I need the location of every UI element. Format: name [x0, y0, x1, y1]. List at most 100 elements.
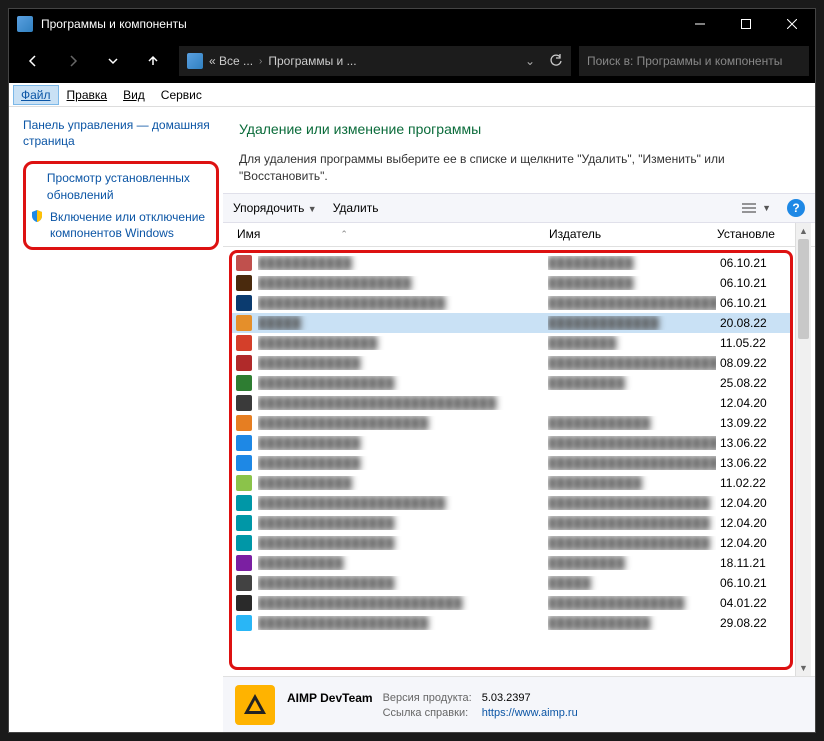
cell-date: 29.08.22 — [716, 616, 790, 630]
toolbar-organize[interactable]: Упорядочить ▼ — [233, 201, 317, 215]
window: Программы и компоненты « Все ... › Прогр… — [8, 8, 816, 733]
publisher-logo — [235, 685, 275, 725]
cell-date: 25.08.22 — [716, 376, 790, 390]
sidebar-link-features[interactable]: Включение или отключение компонентов Win… — [50, 209, 213, 241]
close-button[interactable] — [769, 9, 815, 39]
scroll-up-button[interactable]: ▲ — [796, 223, 811, 239]
main-panel: Удаление или изменение программы Для уда… — [223, 107, 815, 732]
sidebar-link-updates[interactable]: Просмотр установленных обновлений — [47, 170, 213, 202]
cell-name: ██████████████████████ — [258, 296, 548, 310]
scroll-down-button[interactable]: ▼ — [796, 660, 811, 676]
cell-publisher: ██████████████████████ — [548, 456, 716, 470]
menubar: Файл Правка Вид Сервис — [9, 83, 815, 107]
menu-edit[interactable]: Правка — [59, 85, 116, 105]
program-icon — [236, 295, 252, 311]
cell-publisher: █████████████ — [548, 316, 716, 330]
help-icon[interactable]: ? — [787, 199, 805, 217]
cell-date: 20.08.22 — [716, 316, 790, 330]
vertical-scrollbar[interactable]: ▲ ▼ — [795, 223, 811, 676]
table-header: Имя⌃ Издатель Установле — [223, 223, 815, 247]
table-row[interactable]: █████████████████████06.10.21 — [232, 573, 790, 593]
version-label: Версия продукта: — [383, 692, 472, 704]
table-row[interactable]: █████████████████████████25.08.22 — [232, 373, 790, 393]
window-title: Программы и компоненты — [41, 17, 677, 31]
cell-date: 12.04.20 — [716, 396, 790, 410]
table-row[interactable]: ███████████████████████████████████12.04… — [232, 533, 790, 553]
cell-name: ████████████ — [258, 356, 548, 370]
nav-back-button[interactable] — [15, 46, 51, 76]
address-icon — [187, 53, 203, 69]
cell-name: ██████████████████████ — [258, 496, 548, 510]
version-value: 5.03.2397 — [482, 692, 578, 704]
table-row[interactable]: ████████████████████████████████████████… — [232, 293, 790, 313]
cell-publisher: ██████████ — [548, 276, 716, 290]
content-area: Панель управления — домашняя страница Пр… — [9, 107, 815, 732]
refresh-icon[interactable] — [549, 54, 563, 68]
program-icon — [236, 455, 252, 471]
program-icon — [236, 475, 252, 491]
publisher-name: AIMP DevTeam — [287, 691, 373, 705]
nav-recent-button[interactable] — [95, 46, 131, 76]
cell-date: 06.10.21 — [716, 276, 790, 290]
cell-publisher: ████████████ — [548, 616, 716, 630]
program-icon — [236, 275, 252, 291]
table-row[interactable]: ████████████████████████████12.04.20 — [232, 393, 790, 413]
toolbar-uninstall[interactable]: Удалить — [333, 201, 379, 215]
program-icon — [236, 575, 252, 591]
scroll-thumb[interactable] — [798, 239, 809, 339]
search-placeholder: Поиск в: Программы и компоненты — [587, 54, 782, 68]
sidebar-link-home[interactable]: Панель управления — домашняя страница — [23, 117, 219, 149]
cell-date: 06.10.21 — [716, 576, 790, 590]
cell-date: 08.09.22 — [716, 356, 790, 370]
program-icon — [236, 355, 252, 371]
table-row[interactable]: ██████████████████████████████████13.06.… — [232, 433, 790, 453]
view-options[interactable]: ▼ — [742, 202, 771, 214]
cell-date: 11.02.22 — [716, 476, 790, 490]
table-row[interactable]: ████████████████████████████████████████… — [232, 593, 790, 613]
col-publisher[interactable]: Издатель — [543, 227, 711, 241]
cell-name: ██████████ — [258, 556, 548, 570]
table-row[interactable]: ██████████████████████████████████13.06.… — [232, 453, 790, 473]
chevron-down-icon[interactable]: ⌄ — [525, 54, 535, 68]
table-row[interactable]: ████████████████████████████████13.09.22 — [232, 413, 790, 433]
menu-service[interactable]: Сервис — [153, 85, 210, 105]
search-input[interactable]: Поиск в: Программы и компоненты — [579, 46, 809, 76]
program-icon — [236, 255, 252, 271]
sidebar-highlight-group: Просмотр установленных обновлений Включе… — [23, 161, 219, 250]
table-row[interactable]: ███████████████████████████████████████0… — [232, 353, 790, 373]
program-icon — [236, 335, 252, 351]
nav-up-button[interactable] — [135, 46, 171, 76]
table-row[interactable]: ███████████████████████████████████12.04… — [232, 513, 790, 533]
table-row[interactable]: ███████████████████18.11.21 — [232, 553, 790, 573]
cell-publisher: ███████████████████ — [548, 516, 716, 530]
col-name[interactable]: Имя⌃ — [231, 227, 543, 241]
program-icon — [236, 555, 252, 571]
table-row[interactable]: ████████████████████████████████29.08.22 — [232, 613, 790, 633]
table-row[interactable]: ██████████████████████11.02.22 — [232, 473, 790, 493]
table-row[interactable]: ████████████████████████████████████████… — [232, 493, 790, 513]
program-icon — [236, 315, 252, 331]
address-bar[interactable]: « Все ... › Программы и ... ⌄ — [179, 46, 571, 76]
breadcrumb-part[interactable]: « Все ... — [209, 54, 253, 68]
help-link[interactable]: https://www.aimp.ru — [482, 707, 578, 719]
table-row[interactable]: █████████████████████06.10.21 — [232, 253, 790, 273]
cell-name: ███████████ — [258, 476, 548, 490]
menu-file[interactable]: Файл — [13, 85, 59, 105]
cell-date: 12.04.20 — [716, 536, 790, 550]
table-row[interactable]: ████████████████████████████06.10.21 — [232, 273, 790, 293]
nav-forward-button[interactable] — [55, 46, 91, 76]
table-row[interactable]: ██████████████████████11.05.22 — [232, 333, 790, 353]
table-row[interactable]: ██████████████████20.08.22 — [232, 313, 790, 333]
maximize-button[interactable] — [723, 9, 769, 39]
details-pane: AIMP DevTeam Версия продукта: 5.03.2397 … — [223, 676, 815, 732]
help-link-label: Ссылка справки: — [383, 707, 472, 719]
shield-icon — [30, 209, 44, 223]
cell-name: ████████████████████ — [258, 416, 548, 430]
menu-view[interactable]: Вид — [115, 85, 153, 105]
program-icon — [236, 395, 252, 411]
window-controls — [677, 9, 815, 39]
minimize-button[interactable] — [677, 9, 723, 39]
cell-date: 18.11.21 — [716, 556, 790, 570]
breadcrumb-part[interactable]: Программы и ... — [268, 54, 356, 68]
chevron-right-icon: › — [259, 56, 262, 67]
